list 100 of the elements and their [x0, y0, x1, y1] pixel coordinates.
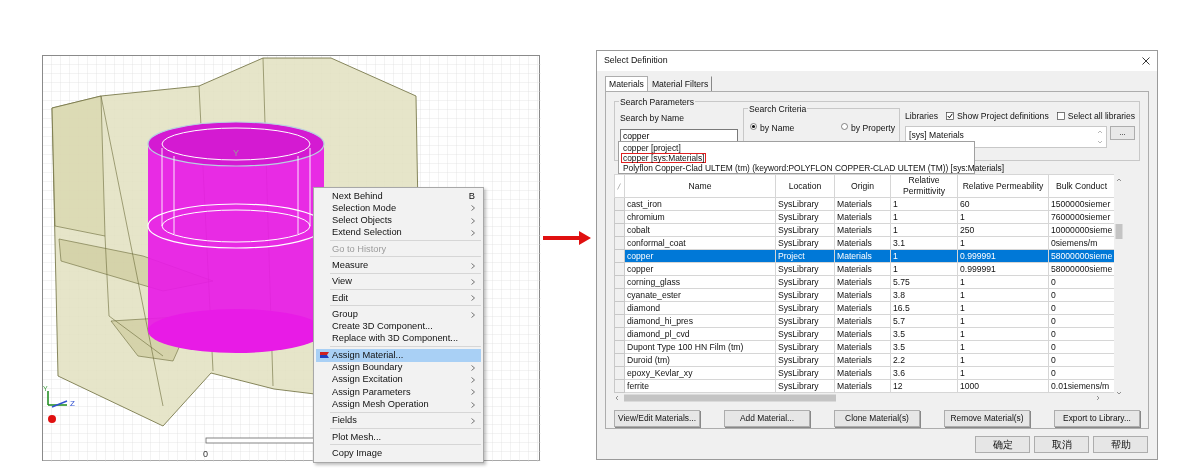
table-row[interactable]: diamond SysLibrary Materials 16.5 1 0	[614, 301, 1115, 315]
dialog-button[interactable]: Export to Library...	[1054, 410, 1140, 427]
list-item[interactable]: [sys] Materials	[909, 128, 964, 142]
column-header[interactable]: Origin	[834, 174, 891, 198]
table-cell: 1	[890, 197, 958, 211]
table-row[interactable]: copper Project Materials 1 0.999991 58000000sieme	[614, 249, 1115, 263]
menu-item[interactable]: Select Objects	[316, 214, 481, 227]
tab[interactable]: Materials	[605, 75, 648, 91]
row-header[interactable]	[614, 314, 625, 328]
column-header[interactable]: Location	[775, 174, 835, 198]
menu-item[interactable]: Measure	[316, 259, 481, 272]
table-row[interactable]: epoxy_Kevlar_xy SysLibrary Materials 3.6 1 0	[614, 366, 1115, 380]
table-cell: 16.5	[890, 301, 958, 315]
checkbox-label: Show Project definitions	[956, 110, 1049, 123]
table-row[interactable]: cobalt SysLibrary Materials 1 250 10000000sieme	[614, 223, 1115, 237]
scrollbar[interactable]	[1097, 128, 1103, 145]
close-icon[interactable]	[1142, 57, 1150, 65]
browse-button[interactable]: ...	[1110, 125, 1135, 140]
table-row[interactable]: Duroid (tm) SysLibrary Materials 2.2 1 0	[614, 353, 1115, 367]
menu-item[interactable]: Selection Mode	[316, 202, 481, 215]
menu-item[interactable]: Assign Excitation	[316, 373, 481, 387]
menu-item[interactable]: Assign Material...	[316, 349, 481, 362]
table-cell: SysLibrary	[775, 353, 835, 367]
table-cell: Materials	[834, 210, 891, 224]
axis-label: Z	[70, 399, 75, 408]
library-list[interactable]: [sys] Materials	[905, 125, 1107, 148]
suggestion-item[interactable]: copper [sys:Materials]	[621, 153, 707, 163]
suggestion-item[interactable]: Polyflon Copper-Clad ULTEM (tm) (keyword:POLYFLON COPPER-CLAD ULTEM (TM)) [sys:Materials]	[621, 163, 1007, 173]
dialog-button[interactable]: 确定	[975, 436, 1030, 453]
table-cell: 1	[957, 366, 1049, 380]
row-header[interactable]	[614, 223, 625, 237]
table-row[interactable]: ferrite SysLibrary Materials 12 1000 0.01siemens/m	[614, 379, 1115, 393]
column-header[interactable]: Name	[624, 174, 776, 198]
column-header[interactable]: Bulk Conduct	[1048, 174, 1115, 198]
menu-item[interactable]: Extend Selection	[316, 226, 481, 240]
table-cell: epoxy_Kevlar_xy	[624, 366, 776, 380]
menu-item[interactable]: Edit	[316, 292, 481, 305]
table-cell: ferrite	[624, 379, 776, 393]
viewport[interactable]	[42, 55, 540, 461]
row-header[interactable]	[614, 210, 625, 224]
table-cell: Materials	[834, 379, 891, 393]
table-cell: Materials	[834, 275, 891, 289]
table-row[interactable]: diamond_pl_cvd SysLibrary Materials 3.5 1 0	[614, 327, 1115, 341]
column-header[interactable]: Relative Permeability	[957, 174, 1049, 198]
table-row[interactable]: cast_iron SysLibrary Materials 1 60 1500000siemer	[614, 197, 1115, 211]
dialog-button[interactable]: Add Material...	[724, 410, 810, 427]
suggestion-item[interactable]: copper [project]	[621, 143, 683, 153]
table-cell: 3.5	[890, 327, 958, 341]
dialog-button[interactable]: 帮助	[1093, 436, 1148, 453]
table-row[interactable]: corning_glass SysLibrary Materials 5.75 1 0	[614, 275, 1115, 289]
radio-button[interactable]	[750, 123, 757, 130]
row-header[interactable]	[614, 327, 625, 341]
menu-item[interactable]: Fields	[316, 414, 481, 428]
menu-item[interactable]: Create 3D Component...	[316, 320, 481, 333]
menu-item[interactable]: Assign Boundary	[316, 361, 481, 374]
table-cell: SysLibrary	[775, 379, 835, 393]
radio-button[interactable]	[841, 123, 849, 130]
table-row[interactable]: conformal_coat SysLibrary Materials 3.1 1 0siemens/m	[614, 236, 1115, 250]
table-row[interactable]: cyanate_ester SysLibrary Materials 3.8 1 0	[614, 288, 1115, 302]
menu-item[interactable]: Plot Mesh...	[316, 431, 481, 444]
menu-item[interactable]: Assign Mesh Operation	[316, 398, 481, 411]
row-header[interactable]	[614, 197, 625, 211]
menu-item[interactable]: Replace with 3D Component...	[316, 332, 481, 346]
row-header[interactable]	[614, 379, 625, 393]
row-header[interactable]	[614, 236, 625, 250]
table-cell: Materials	[834, 340, 891, 354]
dialog-button[interactable]: Clone Material(s)	[834, 410, 920, 427]
row-header[interactable]	[614, 301, 625, 315]
row-header[interactable]	[614, 340, 625, 354]
row-header[interactable]	[614, 288, 625, 302]
table-cell: SysLibrary	[775, 288, 835, 302]
checkbox[interactable]	[945, 112, 954, 121]
table-cell: Materials	[834, 262, 891, 276]
row-header[interactable]	[614, 353, 625, 367]
table-cell: 3.5	[890, 340, 958, 354]
menu-item[interactable]: View	[316, 275, 481, 289]
table-cell: 3.6	[890, 366, 958, 380]
radio-label: by Name	[760, 122, 795, 135]
menu-item[interactable]: Assign Parameters	[316, 386, 481, 399]
menu-item[interactable]: Copy Image	[316, 447, 481, 460]
table-row[interactable]: diamond_hi_pres SysLibrary Materials 5.7 1 0	[614, 314, 1115, 328]
checkbox-label: Select all libraries	[1067, 110, 1135, 123]
radio-label: by Property	[851, 122, 895, 135]
row-header[interactable]	[614, 249, 625, 263]
menu-item[interactable]: Group	[316, 308, 481, 321]
checkbox[interactable]	[1056, 112, 1065, 121]
table-cell: SysLibrary	[775, 223, 835, 237]
table-cell: SysLibrary	[775, 210, 835, 224]
table-row[interactable]: chromium SysLibrary Materials 1 1 7600000siemer	[614, 210, 1115, 224]
row-header[interactable]	[614, 262, 625, 276]
dialog-button[interactable]: 取消	[1034, 436, 1089, 453]
table-row[interactable]: copper SysLibrary Materials 1 0.999991 58000000sieme	[614, 262, 1115, 276]
row-header[interactable]	[614, 366, 625, 380]
corner-header[interactable]	[614, 174, 625, 198]
dialog-button[interactable]: View/Edit Materials...	[614, 410, 700, 427]
table-row[interactable]: Dupont Type 100 HN Film (tm) SysLibrary Materials 3.5 1 0	[614, 340, 1115, 354]
row-header[interactable]	[614, 275, 625, 289]
menu-item[interactable]: Next Behind B	[316, 190, 481, 203]
column-header[interactable]: Relative Permittivity	[890, 174, 958, 198]
dialog-button[interactable]: Remove Material(s)	[944, 410, 1030, 427]
